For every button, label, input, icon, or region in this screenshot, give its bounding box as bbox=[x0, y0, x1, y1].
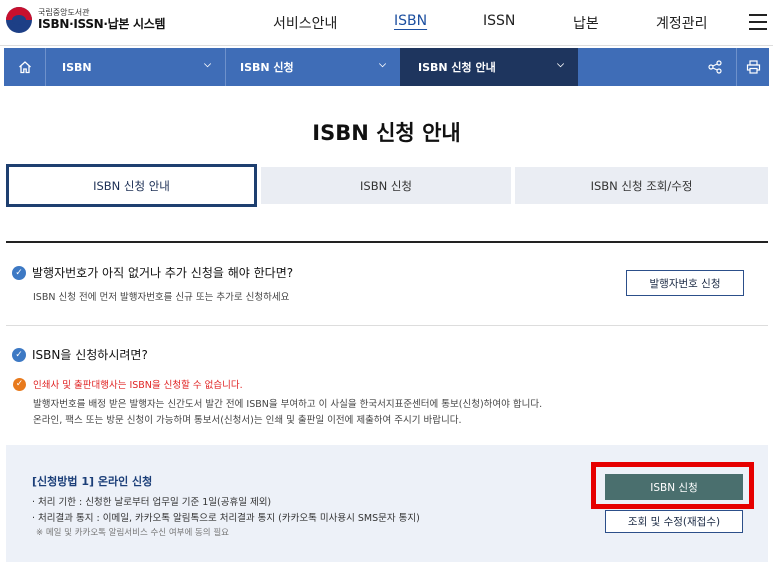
breadcrumb-level3[interactable]: ISBN 신청 안내 ⌵ bbox=[400, 48, 578, 86]
main-navigation: 서비스안내 ISBN ISSN 납본 계정관리 bbox=[0, 13, 773, 33]
isbn-apply-line2: 온라인, 팩스 또는 방문 신청이 가능하며 통보서(신청서)는 인쇄 및 출판… bbox=[33, 415, 462, 426]
isbn-apply-button[interactable]: ISBN 신청 bbox=[605, 474, 743, 500]
consent-note: ※ 메일 및 카카오톡 알림서비스 수신 여부에 동의 필요 bbox=[36, 528, 229, 538]
publisher-number-apply-button[interactable]: 발행자번호 신청 bbox=[626, 270, 744, 296]
share-button[interactable] bbox=[701, 48, 729, 86]
menu-icon[interactable] bbox=[749, 14, 767, 30]
processing-deadline: · 처리 기한 : 신청한 날로부터 업무일 기준 1일(공휴일 제외) bbox=[32, 497, 272, 508]
warning-row: ✓ 인쇄사 및 출판대행사는 ISBN을 신청할 수 없습니다. bbox=[12, 377, 243, 391]
page-title: ISBN 신청 안내 bbox=[312, 121, 461, 145]
print-button[interactable] bbox=[736, 48, 769, 86]
method-title: [신청방법 1] 온라인 신청 bbox=[32, 475, 153, 488]
lookup-edit-button[interactable]: 조회 및 수정(재접수) bbox=[605, 510, 743, 533]
nav-account[interactable]: 계정관리 bbox=[656, 13, 708, 33]
isbn-apply-question: ✓ ISBN을 신청하시려면? bbox=[12, 346, 148, 363]
publisher-number-description: ISBN 신청 전에 먼저 발행자번호를 신규 또는 추가로 신청하세요 bbox=[33, 292, 290, 303]
check-icon: ✓ bbox=[12, 265, 26, 280]
home-icon bbox=[18, 61, 31, 74]
tab-isbn-lookup-edit[interactable]: ISBN 신청 조회/수정 bbox=[515, 167, 768, 204]
check-icon: ✓ bbox=[13, 377, 26, 391]
nav-issn[interactable]: ISSN bbox=[483, 13, 515, 29]
tab-isbn-apply[interactable]: ISBN 신청 bbox=[261, 167, 511, 204]
publisher-number-question-text: 발행자번호가 아직 없거나 추가 신청을 해야 한다면? bbox=[32, 266, 294, 280]
isbn-apply-line1: 발행자번호를 배정 받은 발행자는 신간도서 발간 전에 ISBN을 부여하고 … bbox=[33, 399, 543, 410]
site-header: 국립중앙도서관 ISBN·ISSN·납본 시스템 서비스안내 ISBN ISSN… bbox=[0, 0, 773, 46]
publisher-number-question: ✓ 발행자번호가 아직 없거나 추가 신청을 해야 한다면? bbox=[12, 264, 293, 281]
isbn-apply-question-text: ISBN을 신청하시려면? bbox=[32, 348, 148, 362]
divider bbox=[6, 325, 768, 326]
check-icon: ✓ bbox=[12, 347, 26, 362]
chevron-down-icon: ⌵ bbox=[379, 60, 386, 70]
print-icon bbox=[746, 60, 760, 74]
breadcrumb-level1-label: ISBN bbox=[62, 60, 92, 74]
chevron-down-icon: ⌵ bbox=[557, 60, 564, 70]
result-notification: · 처리결과 통지 : 이메일, 카카오톡 알림톡으로 처리결과 통지 (카카오… bbox=[32, 513, 420, 524]
tab-isbn-apply-guide[interactable]: ISBN 신청 안내 bbox=[6, 164, 257, 207]
nav-isbn[interactable]: ISBN bbox=[394, 13, 427, 29]
breadcrumb-level1[interactable]: ISBN ⌵ bbox=[46, 48, 226, 86]
chevron-down-icon: ⌵ bbox=[204, 60, 211, 70]
warning-text: 인쇄사 및 출판대행사는 ISBN을 신청할 수 없습니다. bbox=[33, 380, 243, 391]
section-rule bbox=[6, 241, 768, 243]
nav-deposit[interactable]: 납본 bbox=[573, 13, 599, 33]
nav-service-info[interactable]: 서비스안내 bbox=[273, 13, 337, 33]
share-icon bbox=[708, 60, 722, 74]
breadcrumb-level3-label: ISBN 신청 안내 bbox=[418, 61, 496, 74]
home-button[interactable] bbox=[4, 48, 46, 86]
breadcrumb: ISBN ⌵ ISBN 신청 ⌵ ISBN 신청 안내 ⌵ bbox=[4, 48, 769, 86]
breadcrumb-level2-label: ISBN 신청 bbox=[240, 61, 294, 74]
breadcrumb-level2[interactable]: ISBN 신청 ⌵ bbox=[226, 48, 400, 86]
